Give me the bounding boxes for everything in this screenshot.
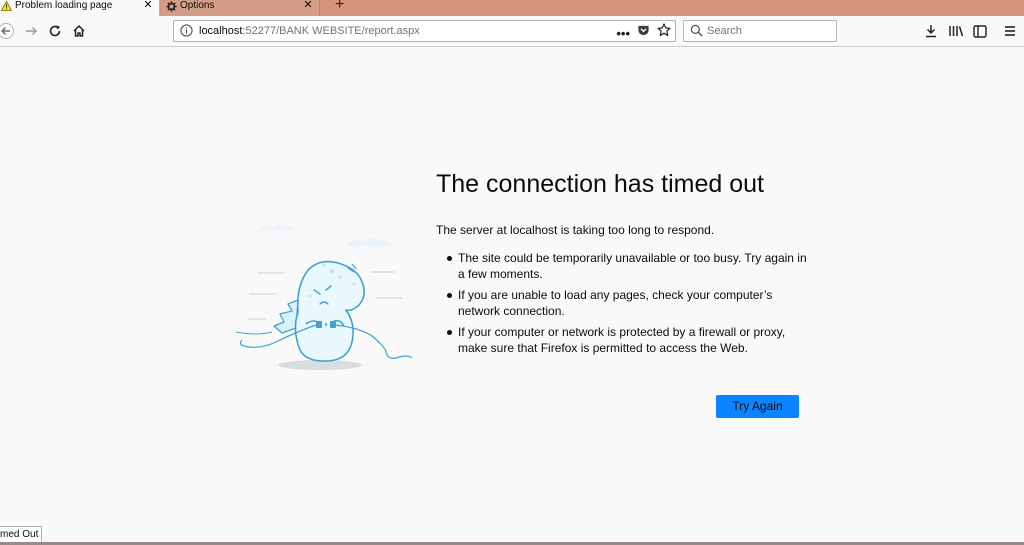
library-button[interactable]	[947, 22, 965, 40]
close-tab-icon[interactable]: ✕	[141, 0, 155, 11]
back-arrow-icon	[0, 23, 14, 39]
library-icon	[949, 26, 964, 37]
download-icon	[926, 25, 936, 38]
reload-icon	[49, 25, 61, 37]
warning-icon	[0, 0, 12, 12]
page-title: The connection has timed out	[436, 170, 764, 198]
list-item: The site could be temporarily unavailabl…	[436, 250, 816, 282]
info-icon[interactable]	[180, 24, 194, 38]
page-actions-menu-icon[interactable]: •••	[616, 26, 630, 41]
tab-strip: Problem loading page ✕ Options ✕ +	[0, 0, 1024, 16]
navigation-toolbar: localhost:52277/BANK WEBSITE/report.aspx…	[0, 16, 1024, 47]
timed-out-illustration	[235, 220, 416, 375]
home-icon	[73, 25, 85, 37]
close-tab-icon[interactable]: ✕	[301, 0, 315, 11]
bookmark-star-icon[interactable]	[657, 23, 671, 44]
tab-label: Problem loading page	[15, 0, 113, 11]
new-tab-button[interactable]: +	[335, 0, 344, 13]
menu-button[interactable]	[1001, 22, 1019, 40]
sidebar-button[interactable]	[971, 22, 989, 40]
url-host: localhost	[199, 25, 243, 37]
search-icon	[690, 24, 703, 44]
url-bar[interactable]: localhost:52277/BANK WEBSITE/report.aspx…	[173, 20, 676, 42]
sidebar-icon	[973, 24, 987, 38]
search-bar[interactable]: Search	[683, 20, 837, 42]
hamburger-menu-icon	[1005, 26, 1015, 36]
suggestion-list: The site could be temporarily unavailabl…	[436, 250, 816, 361]
forward-arrow-icon	[26, 26, 38, 36]
reload-button[interactable]	[46, 22, 64, 40]
url-text: localhost:52277/BANK WEBSITE/report.aspx	[199, 21, 420, 41]
pocket-icon[interactable]	[637, 24, 650, 44]
tab-options[interactable]: Options ✕	[161, 0, 320, 16]
tab-label: Options	[180, 0, 215, 11]
error-description: The server at localhost is taking too lo…	[436, 223, 715, 237]
forward-button[interactable]	[22, 22, 40, 40]
back-button[interactable]	[0, 22, 15, 40]
home-button[interactable]	[70, 22, 88, 40]
url-path: :52277/BANK WEBSITE/report.aspx	[242, 25, 420, 37]
try-again-button[interactable]: Try Again	[716, 395, 799, 418]
gear-icon	[165, 0, 177, 12]
search-placeholder: Search	[707, 25, 742, 37]
list-item: If your computer or network is protected…	[436, 324, 816, 356]
status-bar: med Out	[0, 526, 43, 542]
downloads-button[interactable]	[922, 22, 940, 40]
tab-problem-loading-page[interactable]: Problem loading page ✕	[0, 0, 160, 16]
list-item: If you are unable to load any pages, che…	[436, 287, 816, 319]
